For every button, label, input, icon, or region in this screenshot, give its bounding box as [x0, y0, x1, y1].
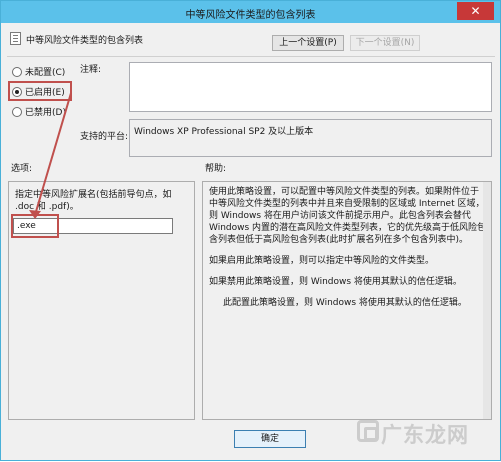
watermark-text: 广东龙网 — [381, 422, 469, 447]
annotation-arrow — [29, 92, 72, 219]
policy-dialog: 中等风险文件类型的包含列表 ✕ 中等风险文件类型的包含列表 上一个设置(P) 下… — [0, 0, 501, 461]
watermark-logo-icon — [357, 420, 379, 442]
